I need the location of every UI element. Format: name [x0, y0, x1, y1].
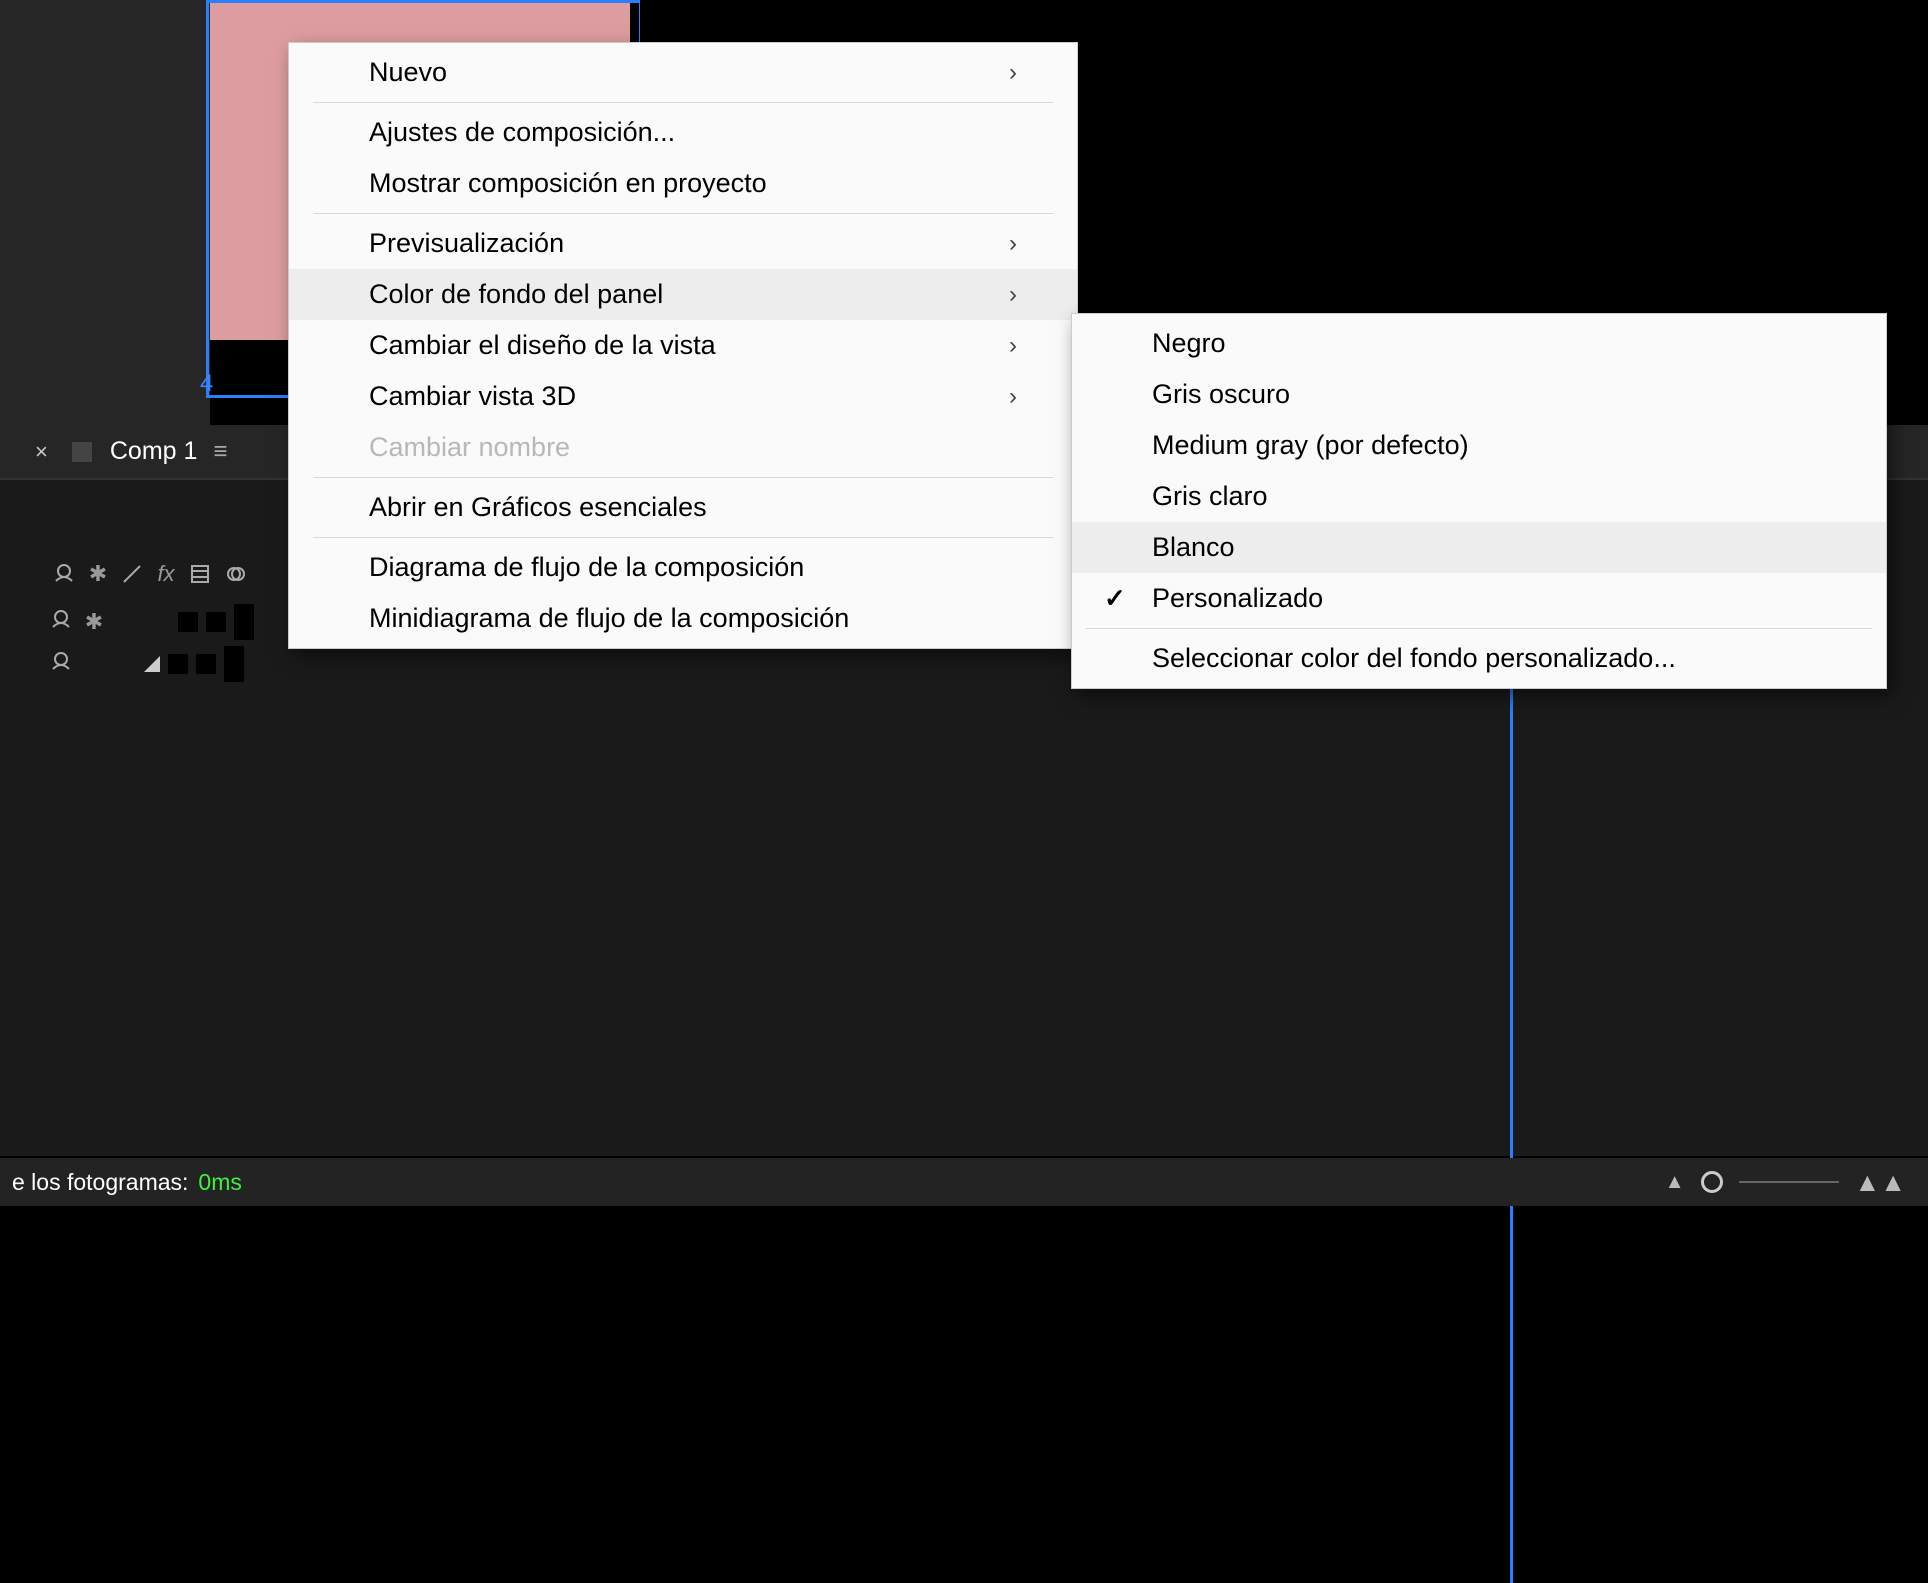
menu-item[interactable]: Abrir en Gráficos esenciales — [289, 482, 1077, 533]
submenu-item-label: Medium gray (por defecto) — [1152, 430, 1469, 461]
chevron-right-icon: › — [1009, 59, 1017, 87]
menu-item-label: Cambiar vista 3D — [369, 381, 576, 412]
menu-item: Cambiar nombre — [289, 422, 1077, 473]
status-bar: e los fotogramas: 0ms ▲ ▲▲ — [0, 1158, 1928, 1206]
submenu-item-label: Gris claro — [1152, 481, 1268, 512]
menu-item-label: Cambiar nombre — [369, 432, 570, 463]
menu-item-label: Mostrar composición en proyecto — [369, 168, 767, 199]
menu-item[interactable]: Diagrama de flujo de la composición — [289, 542, 1077, 593]
sidebar-panel — [0, 0, 210, 425]
chevron-right-icon: › — [1009, 332, 1017, 360]
zoom-out-icon[interactable]: ▲ — [1665, 1171, 1685, 1194]
submenu-item-label: Personalizado — [1152, 583, 1323, 614]
submenu-item[interactable]: ✓ Personalizado — [1072, 573, 1886, 624]
submenu-item-label: Blanco — [1152, 532, 1235, 563]
menu-item-label: Abrir en Gráficos esenciales — [369, 492, 707, 523]
submenu-item[interactable]: Seleccionar color del fondo personalizad… — [1072, 633, 1886, 684]
menu-item-label: Previsualización — [369, 228, 564, 259]
menu-item-label: Color de fondo del panel — [369, 279, 663, 310]
viewport-marker: 4 — [200, 370, 225, 422]
menu-separator — [1086, 628, 1872, 629]
menu-item-label: Diagrama de flujo de la composición — [369, 552, 804, 583]
menu-item-label: Ajustes de composición... — [369, 117, 675, 148]
menu-item-label: Nuevo — [369, 57, 447, 88]
status-value: 0ms — [198, 1169, 241, 1196]
menu-item[interactable]: Ajustes de composición... — [289, 107, 1077, 158]
menu-item[interactable]: Cambiar vista 3D › — [289, 371, 1077, 422]
menu-item[interactable]: Nuevo › — [289, 47, 1077, 98]
menu-item-label: Minidiagrama de flujo de la composición — [369, 603, 849, 634]
submenu-item[interactable]: Blanco — [1072, 522, 1886, 573]
menu-item[interactable]: Mostrar composición en proyecto — [289, 158, 1077, 209]
submenu-item[interactable]: Gris oscuro — [1072, 369, 1886, 420]
submenu-item-label: Seleccionar color del fondo personalizad… — [1152, 643, 1676, 674]
menu-item[interactable]: Minidiagrama de flujo de la composición — [289, 593, 1077, 644]
chevron-right-icon: › — [1009, 281, 1017, 309]
menu-item[interactable]: Cambiar el diseño de la vista › — [289, 320, 1077, 371]
menu-item[interactable]: Color de fondo del panel › — [289, 269, 1077, 320]
submenu-item[interactable]: Negro — [1072, 318, 1886, 369]
submenu-item[interactable]: Medium gray (por defecto) — [1072, 420, 1886, 471]
menu-separator — [313, 213, 1053, 214]
zoom-in-icon[interactable]: ▲▲ — [1855, 1167, 1906, 1198]
menu-item-label: Cambiar el diseño de la vista — [369, 330, 716, 361]
zoom-slider-track[interactable] — [1739, 1181, 1839, 1183]
context-menu: Nuevo › Ajustes de composición... Mostrar c… — [288, 42, 1078, 649]
status-label: e los fotogramas: — [12, 1169, 188, 1196]
chevron-right-icon: › — [1009, 383, 1017, 411]
submenu-item-label: Negro — [1152, 328, 1226, 359]
submenu-panel-bg-color: Negro Gris oscuro Medium gray (por defecto… — [1071, 313, 1887, 689]
zoom-scrubber-knob[interactable] — [1701, 1171, 1723, 1193]
menu-separator — [313, 102, 1053, 103]
menu-separator — [313, 537, 1053, 538]
chevron-right-icon: › — [1009, 230, 1017, 258]
check-icon: ✓ — [1104, 583, 1126, 614]
submenu-item-label: Gris oscuro — [1152, 379, 1290, 410]
menu-item[interactable]: Previsualización › — [289, 218, 1077, 269]
submenu-item[interactable]: Gris claro — [1072, 471, 1886, 522]
menu-separator — [313, 477, 1053, 478]
